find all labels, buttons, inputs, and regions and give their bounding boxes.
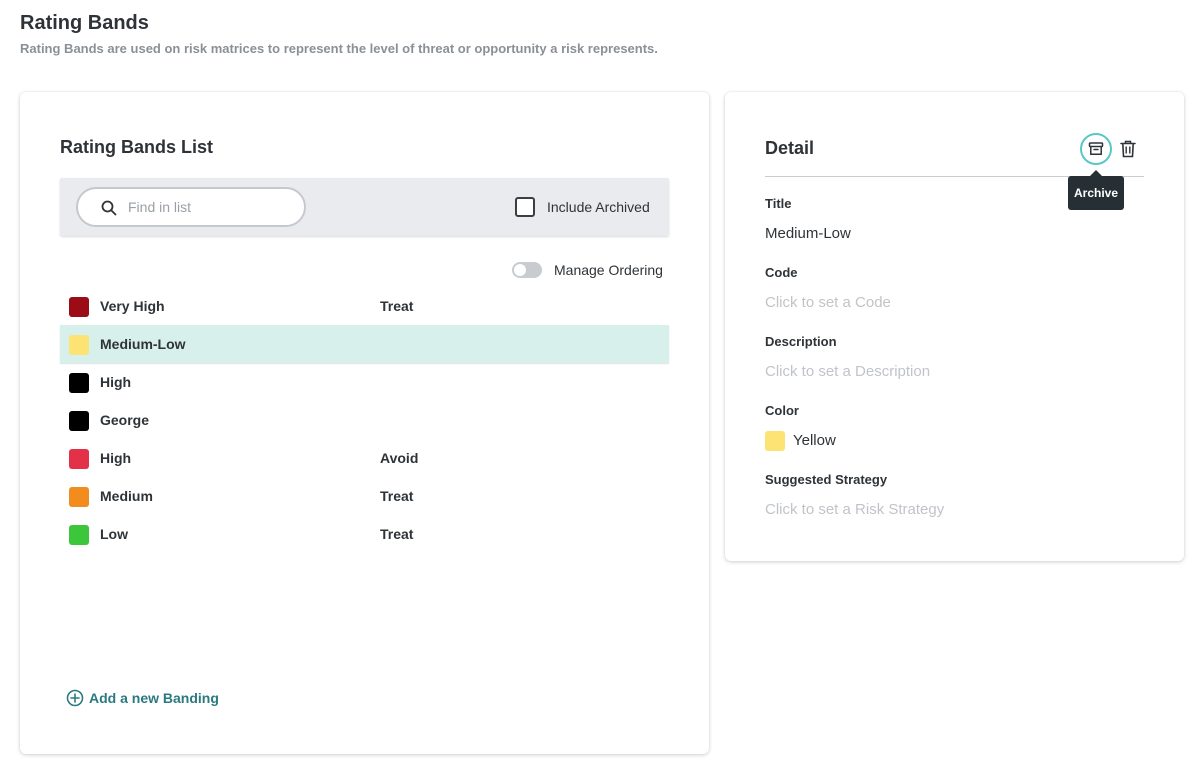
band-row[interactable]: Very High Treat — [60, 287, 669, 325]
search-box[interactable] — [76, 187, 306, 227]
detail-card: Detail Archive Title Medium-Low Code Cli… — [725, 92, 1184, 561]
band-color-swatch — [69, 373, 89, 393]
list-title: Rating Bands List — [60, 137, 214, 157]
plus-circle-icon — [66, 689, 84, 707]
band-row[interactable]: Medium Treat — [60, 477, 669, 515]
band-strategy: Treat — [380, 488, 414, 504]
include-archived-label: Include Archived — [547, 199, 650, 215]
band-row[interactable]: High — [60, 363, 669, 401]
band-row[interactable]: Medium-Low — [60, 325, 669, 363]
strategy-field-label: Suggested Strategy — [765, 472, 888, 487]
toggle-knob — [514, 264, 526, 276]
page-subtitle: Rating Bands are used on risk matrices t… — [20, 41, 658, 56]
band-color-swatch — [69, 487, 89, 507]
strategy-field-value[interactable]: Click to set a Risk Strategy — [765, 501, 944, 518]
add-banding-label: Add a new Banding — [89, 690, 219, 706]
band-strategy: Treat — [380, 298, 414, 314]
band-title: George — [100, 412, 150, 428]
color-field-value[interactable]: Yellow — [793, 432, 836, 449]
band-color-swatch — [69, 297, 89, 317]
include-archived-option[interactable]: Include Archived — [515, 197, 650, 217]
rating-bands-list-card: Rating Bands List Include Archived Manag… — [20, 92, 709, 754]
color-swatch[interactable] — [765, 431, 785, 451]
band-strategy: Avoid — [380, 450, 419, 466]
description-field-label: Description — [765, 334, 837, 349]
band-row[interactable]: George — [60, 401, 669, 439]
description-field-value[interactable]: Click to set a Description — [765, 363, 930, 380]
band-title: Low — [100, 526, 128, 542]
band-row[interactable]: Low Treat — [60, 515, 669, 553]
detail-title: Detail — [765, 138, 815, 158]
search-icon — [101, 200, 117, 216]
band-color-swatch — [69, 411, 89, 431]
search-input[interactable] — [128, 197, 293, 217]
manage-ordering-label: Manage Ordering — [554, 262, 663, 278]
page-title: Rating Bands — [20, 12, 149, 34]
band-title: Medium — [100, 488, 153, 504]
add-banding-button[interactable]: Add a new Banding — [66, 688, 219, 708]
band-color-swatch — [69, 525, 89, 545]
title-field-label: Title — [765, 196, 792, 211]
color-field-label: Color — [765, 403, 799, 418]
band-title: Very High — [100, 298, 165, 314]
list-toolbar: Include Archived — [60, 178, 669, 236]
band-strategy: Treat — [380, 526, 414, 542]
band-title: Medium-Low — [100, 336, 186, 352]
manage-ordering-toggle[interactable] — [512, 262, 542, 278]
delete-button[interactable] — [1118, 138, 1138, 160]
title-field-value[interactable]: Medium-Low — [765, 225, 851, 242]
archive-button[interactable] — [1080, 133, 1112, 165]
band-color-swatch — [69, 449, 89, 469]
band-title: High — [100, 450, 132, 466]
archive-icon — [1088, 142, 1104, 155]
trash-icon — [1120, 140, 1136, 158]
include-archived-checkbox[interactable] — [515, 197, 535, 217]
band-color-swatch — [69, 335, 89, 355]
code-field-label: Code — [765, 265, 798, 280]
band-row[interactable]: High Avoid — [60, 439, 669, 477]
band-title: High — [100, 374, 132, 390]
code-field-value[interactable]: Click to set a Code — [765, 294, 891, 311]
manage-ordering[interactable]: Manage Ordering — [512, 261, 663, 279]
archive-tooltip: Archive — [1068, 170, 1124, 210]
